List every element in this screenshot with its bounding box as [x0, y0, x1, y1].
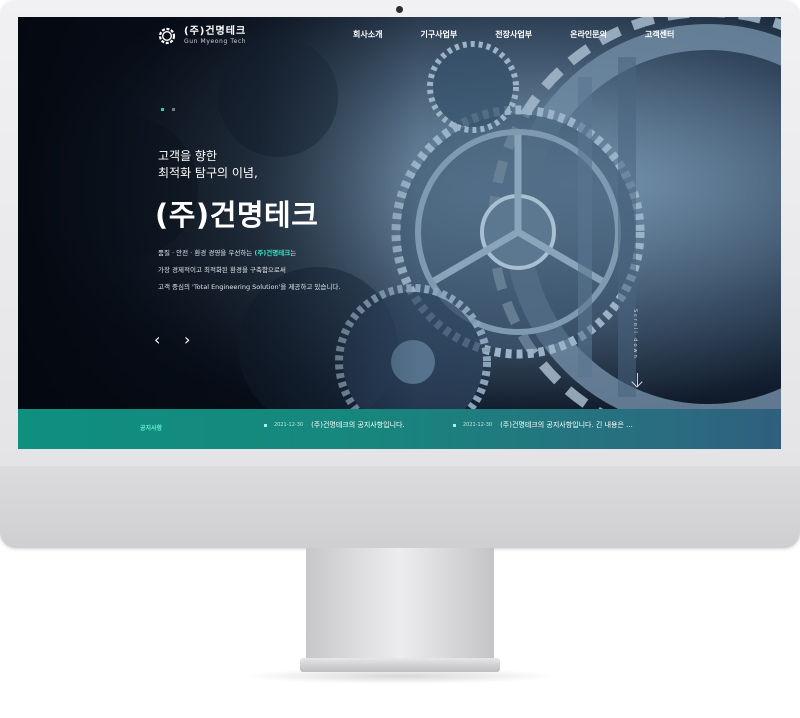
hero-tagline-line-1: 고객을 향한 [158, 149, 218, 163]
main-navigation: 회사소개 기구사업부 전장사업부 온라인문의 고객센터 [353, 29, 712, 40]
hero-tagline-line-2: 최적화 탐구의 이념, [158, 166, 258, 180]
nav-item-online-inquiry[interactable]: 온라인문의 [570, 29, 607, 40]
desc-line-1-suffix: 는 [290, 249, 297, 257]
logo-company-name: (주)건명테크 [184, 26, 247, 37]
desc-highlight-company: (주)건명테크 [254, 249, 291, 257]
notice-date: 2021-12-30 [274, 422, 304, 428]
slide-dot-2[interactable] [172, 108, 175, 111]
hero-description-line-1: 품질 · 안전 · 환경 경영을 우선하는 (주)건명테크는 [158, 245, 340, 262]
nav-item-mechanical-division[interactable]: 기구사업부 [420, 29, 457, 40]
notice-text: (주)건명테크의 공지사항입니다. 긴 내용은 ... [500, 421, 633, 429]
notice-title[interactable]: 공지사항 [140, 423, 162, 432]
imac-stand-foot [300, 658, 500, 672]
gear-logo-icon [158, 27, 176, 45]
slide-indicator [161, 108, 183, 111]
notice-item[interactable]: 2021-12-30 (주)건명테크의 공지사항입니다. [264, 420, 405, 430]
notice-text: (주)건명테크의 공지사항입니다. [311, 421, 405, 429]
website-screen: (주)건명테크 Gun Myeong Tech 회사소개 기구사업부 전장사업부… [18, 17, 781, 449]
hero-description: 품질 · 안전 · 환경 경영을 우선하는 (주)건명테크는 가장 경제적이고 … [158, 245, 340, 296]
nav-item-electrical-division[interactable]: 전장사업부 [495, 29, 532, 40]
imac-stand [306, 548, 494, 660]
desc-line-1-text: 품질 · 안전 · 환경 경영을 우선하는 [158, 249, 255, 257]
scroll-down-label[interactable]: Scroll down [632, 309, 638, 360]
hero-tagline: 고객을 향한 최적화 탐구의 이념, [158, 148, 258, 182]
site-logo[interactable]: (주)건명테크 Gun Myeong Tech [156, 25, 246, 47]
slide-dot-1[interactable] [161, 108, 164, 111]
nav-item-customer-center[interactable]: 고객센터 [645, 29, 674, 40]
hero-slider: (주)건명테크 Gun Myeong Tech 회사소개 기구사업부 전장사업부… [18, 17, 781, 409]
imac-monitor: (주)건명테크 Gun Myeong Tech 회사소개 기구사업부 전장사업부… [0, 0, 800, 548]
imac-chin [0, 466, 800, 548]
notice-item[interactable]: 2021-12-30 (주)건명테크의 공지사항입니다. 긴 내용은 ... [453, 420, 633, 430]
notice-date: 2021-12-30 [463, 422, 493, 428]
hero-description-line-3: 고객 중심의 'Total Engineering Solution'을 제공하… [158, 283, 341, 291]
camera-icon [396, 6, 403, 13]
hero-headline: (주)건명테크 [155, 198, 319, 232]
chevron-right-icon[interactable]: › [184, 332, 190, 348]
chevron-left-icon[interactable]: ‹ [154, 332, 160, 348]
notice-bullet [453, 423, 456, 427]
logo-company-subtitle: Gun Myeong Tech [184, 38, 247, 45]
hero-description-line-2: 가장 경제적이고 최적화된 환경을 구축함으로써 [158, 266, 286, 274]
notice-bullet [264, 423, 267, 427]
nav-item-company[interactable]: 회사소개 [353, 29, 382, 40]
